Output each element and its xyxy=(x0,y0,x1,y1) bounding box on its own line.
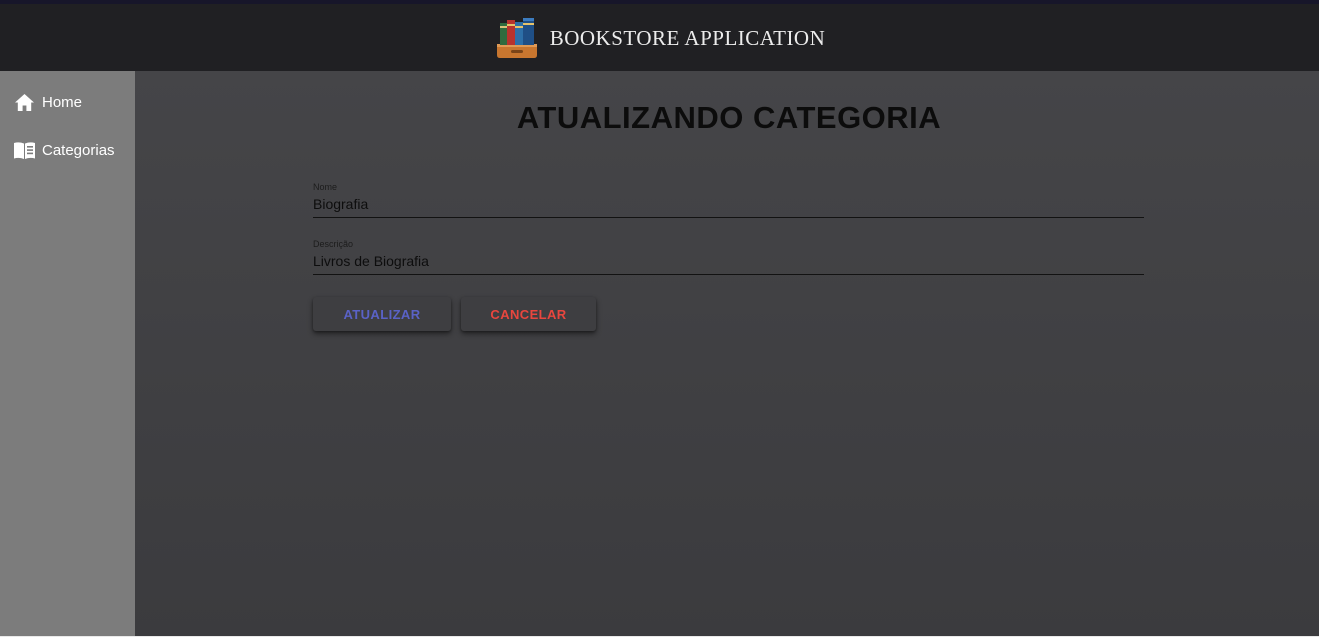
book-open-icon xyxy=(13,140,36,161)
descricao-label: Descrição xyxy=(313,239,354,249)
cancel-button[interactable]: CANCELAR xyxy=(461,297,596,331)
sidebar-item-label: Categorias xyxy=(42,142,115,159)
descricao-field: Descrição xyxy=(313,239,1144,275)
brand[interactable]: BOOKSTORE APPLICATION xyxy=(494,17,826,59)
sidebar-item-label: Home xyxy=(42,94,83,111)
update-button[interactable]: ATUALIZAR xyxy=(313,297,451,331)
nome-label: Nome xyxy=(313,182,338,192)
sidebar-item-home[interactable]: Home xyxy=(13,92,82,113)
app-title: BOOKSTORE APPLICATION xyxy=(549,26,826,50)
app-header: BOOKSTORE APPLICATION xyxy=(0,4,1319,71)
home-icon xyxy=(13,92,36,113)
books-in-drawer-icon xyxy=(496,17,537,58)
sidebar: Home Categorias xyxy=(0,71,135,637)
page-title: ATUALIZANDO CATEGORIA xyxy=(516,100,942,135)
main-content: ATUALIZANDO CATEGORIA Nome Descrição ATU… xyxy=(135,71,1319,637)
nome-field: Nome xyxy=(313,182,1144,218)
nome-input[interactable] xyxy=(313,194,1144,218)
sidebar-item-categorias[interactable]: Categorias xyxy=(13,140,115,161)
descricao-input[interactable] xyxy=(313,251,1144,275)
